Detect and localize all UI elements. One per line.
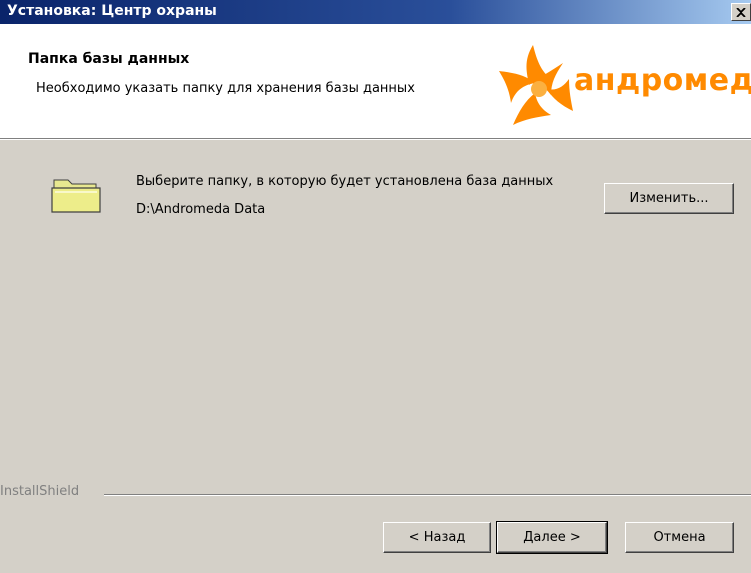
- andromeda-logo: андромеда: [493, 41, 751, 131]
- title-bar: Установка: Центр охраны: [0, 0, 751, 24]
- star-logo-icon: [499, 45, 573, 125]
- header-divider-highlight: [0, 139, 751, 140]
- header-panel: Папка базы данных Необходимо указать пап…: [0, 24, 751, 138]
- footer-divider-highlight: [104, 495, 751, 496]
- window-title: Установка: Центр охраны: [7, 3, 217, 19]
- cancel-button[interactable]: Отмена: [625, 522, 734, 553]
- change-folder-button[interactable]: Изменить...: [604, 183, 734, 214]
- next-button[interactable]: Далее >: [496, 521, 608, 554]
- back-button[interactable]: < Назад: [383, 522, 491, 553]
- close-button[interactable]: [731, 3, 751, 21]
- close-icon: [736, 7, 746, 17]
- database-path: D:\Andromeda Data: [136, 202, 266, 217]
- folder-icon: [51, 179, 101, 213]
- installshield-label: InstallShield: [0, 484, 80, 499]
- logo-text: андромеда: [574, 63, 751, 98]
- folder-prompt: Выберите папку, в которую будет установл…: [136, 174, 554, 189]
- page-subtitle: Необходимо указать папку для хранения ба…: [36, 81, 415, 96]
- page-title: Папка базы данных: [28, 51, 190, 67]
